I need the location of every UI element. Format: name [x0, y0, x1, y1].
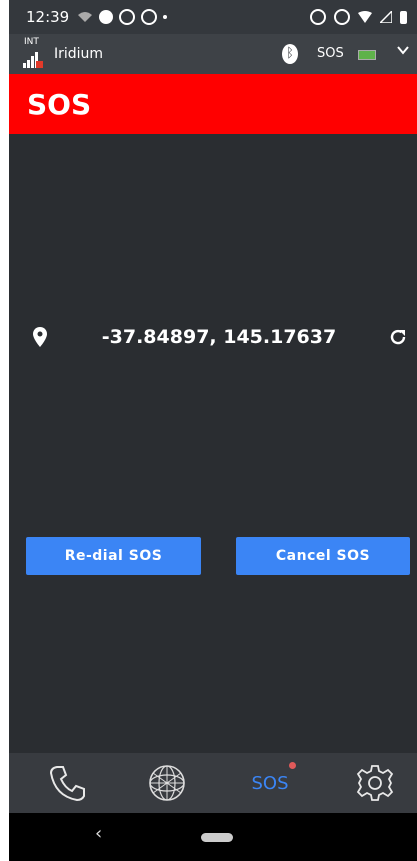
refresh-icon[interactable] — [389, 328, 407, 346]
phone-battery-icon — [400, 10, 407, 24]
chevron-down-icon[interactable] — [396, 43, 410, 57]
nav-phone[interactable] — [37, 753, 97, 813]
bluetooth-icon: ᛒ — [282, 44, 298, 64]
notification-icons — [77, 9, 168, 25]
nav-settings[interactable] — [345, 753, 405, 813]
cancel-sos-button[interactable]: Cancel SOS — [236, 537, 410, 575]
page-title: SOS — [27, 87, 92, 121]
nav-globe[interactable] — [137, 753, 197, 813]
status-bar: 12:39 — [9, 0, 417, 34]
cell-signal-icon — [380, 11, 392, 23]
sync-icon — [310, 9, 326, 25]
network-name: Iridium — [54, 46, 104, 62]
sos-status-label: SOS — [317, 46, 344, 61]
signal-bars-icon — [23, 52, 43, 68]
nav-sos[interactable]: SOS — [240, 753, 300, 813]
wifi-call-icon — [78, 12, 93, 22]
home-button[interactable] — [201, 833, 233, 842]
redial-sos-button[interactable]: Re-dial SOS — [26, 537, 201, 575]
wifi-icon — [358, 11, 372, 23]
whatsapp-icon — [141, 9, 158, 25]
phone-icon — [49, 766, 85, 802]
do-not-disturb-icon — [334, 9, 350, 25]
location-row: -37.84897, 145.17637 — [9, 320, 417, 356]
sos-header: SOS — [9, 74, 417, 134]
satellite-status-bar[interactable]: INT Iridium ᛒ SOS — [9, 34, 417, 74]
location-pin-icon — [33, 327, 47, 347]
more-dot-icon — [163, 15, 168, 19]
int-label: INT — [24, 37, 39, 47]
gear-icon — [356, 765, 394, 801]
circle-icon — [99, 10, 114, 24]
back-button[interactable]: ‹ — [95, 823, 102, 844]
status-time: 12:39 — [26, 8, 70, 26]
phone-screen: 12:39 INT Iridium ᛒ SOS SOS -37.84897, 1… — [9, 0, 417, 861]
globe-icon — [149, 765, 185, 801]
battery-icon — [358, 50, 376, 60]
system-navigation-bar: ‹ — [9, 813, 417, 861]
system-status-icons — [310, 9, 407, 25]
blocked-icon — [119, 9, 136, 25]
nav-sos-label: SOS — [251, 772, 289, 794]
gps-coordinates: -37.84897, 145.17637 — [101, 326, 337, 348]
notification-dot — [289, 762, 296, 769]
bottom-navigation: SOS — [9, 753, 417, 813]
